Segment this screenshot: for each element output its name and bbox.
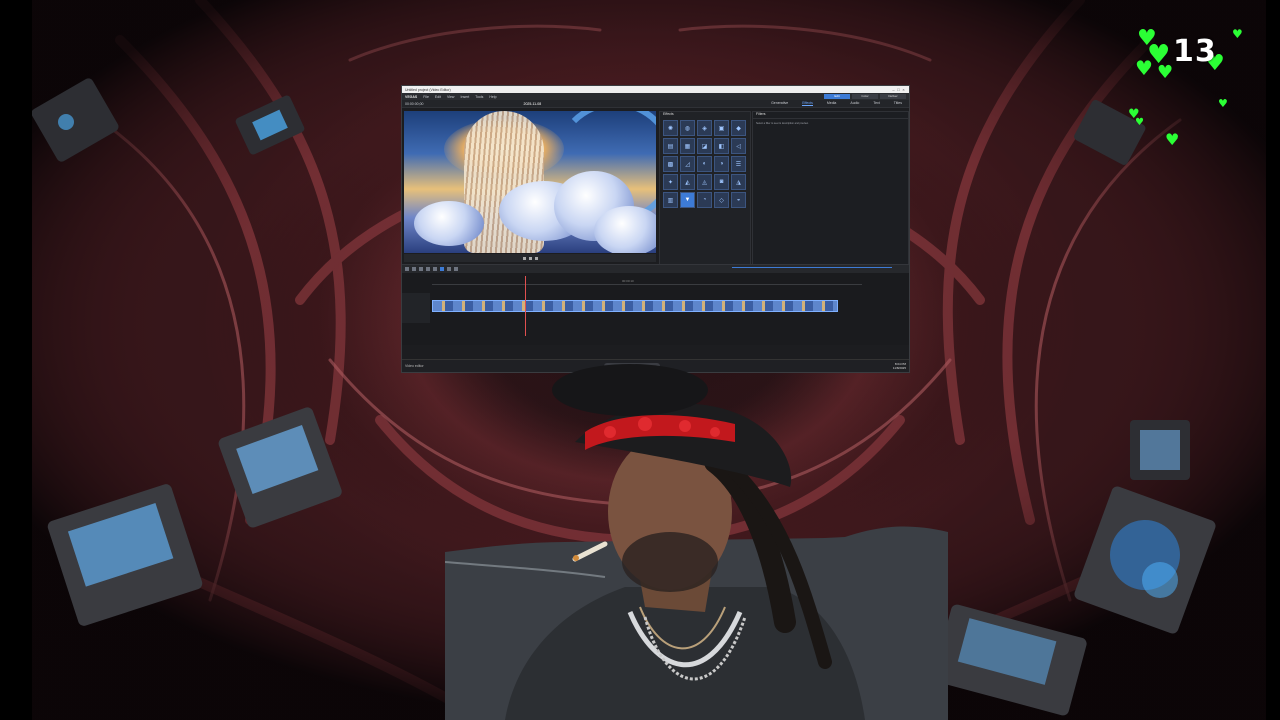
effect-tile-icon[interactable]: ◆ xyxy=(731,120,746,136)
streamer-webcam-image xyxy=(445,364,948,720)
effect-tile-icon[interactable]: ◬ xyxy=(697,174,712,190)
filter-info-header: Filters xyxy=(753,112,908,119)
taskbar-app-label[interactable]: Video editor xyxy=(402,364,424,368)
menu-item-view[interactable]: View xyxy=(447,95,455,99)
effect-tile-icon[interactable]: ◇ xyxy=(714,192,729,208)
video-editor-window-capture: Untitled project (Video Editor) – □ × VEGA… xyxy=(401,85,910,373)
editor-menubar: VEGAS File Edit View Insert Tools Help E… xyxy=(402,93,909,100)
tab-titles[interactable]: Titles xyxy=(894,101,902,106)
menu-item-tools[interactable]: Tools xyxy=(475,95,483,99)
menu-item-help[interactable]: Help xyxy=(489,95,496,99)
tab-media[interactable]: Media xyxy=(827,101,837,106)
timeline-ruler: 00:00:10 xyxy=(432,279,862,285)
close-icon[interactable]: × xyxy=(901,87,906,92)
editor-logo: VEGAS xyxy=(405,94,418,99)
effect-tile-icon[interactable]: ◒ xyxy=(731,192,746,208)
heart-icon: ♥ xyxy=(1157,62,1174,83)
effect-tile-icon[interactable]: ✺ xyxy=(663,120,678,136)
tab-effects[interactable]: Effects xyxy=(802,101,813,106)
effect-tile-icon[interactable]: ◁ xyxy=(731,138,746,154)
heart-icon: ♥ xyxy=(1232,27,1243,41)
heart-icon: ♥ xyxy=(1218,97,1228,110)
split-icon[interactable] xyxy=(426,267,430,271)
play-icon[interactable] xyxy=(528,256,532,260)
heart-icon: ♥ xyxy=(1135,117,1144,128)
video-preview-monitor[interactable] xyxy=(404,111,656,253)
preview-timecode: 00:00:00;00 xyxy=(405,101,424,106)
undo-icon[interactable] xyxy=(405,267,409,271)
redo-icon[interactable] xyxy=(412,267,416,271)
heart-icon: ♥ xyxy=(1165,130,1180,149)
tab-generative[interactable]: Generative xyxy=(771,101,788,106)
ripple-icon[interactable] xyxy=(447,267,451,271)
skip-back-icon[interactable] xyxy=(522,256,526,260)
tab-audio[interactable]: Audio xyxy=(850,101,859,106)
marker-icon[interactable] xyxy=(454,267,458,271)
timeline-area: 00:00:10 xyxy=(402,273,909,345)
hearts-counter-overlay: ♥ ♥ ♥ ♥ ♥ 13 xyxy=(1135,28,1225,88)
tab-text[interactable]: Text xyxy=(873,101,879,106)
cut-icon[interactable] xyxy=(419,267,423,271)
preview-cloud xyxy=(594,206,656,253)
effect-tile-icon[interactable]: ◙ xyxy=(714,174,729,190)
effect-tile-icon[interactable]: ◑ xyxy=(714,156,729,172)
playhead[interactable] xyxy=(525,276,526,336)
workspace-tab-deliver[interactable]: Deliver xyxy=(880,94,906,99)
skip-forward-icon[interactable] xyxy=(534,256,538,260)
effect-tile-icon[interactable]: ▩ xyxy=(663,156,678,172)
filter-info-description: Select a filter to see its description a… xyxy=(756,122,809,125)
effects-grid: ✺ ◍ ◈ ▣ ◆ ▤ ▦ ◪ ◧ ◁ ▩ ◿ ◐ ◑ ☰ ✦ ◭ ◬ ◙ ◮ ▥ ▼ ◔ ◇ ◒ xyxy=(660,118,750,210)
project-date: 2025-11-08 xyxy=(523,101,542,106)
workspace-tab-edit[interactable]: Edit xyxy=(824,94,850,99)
effect-tile-icon[interactable]: ◔ xyxy=(697,192,712,208)
effects-panel: Effects ✺ ◍ ◈ ▣ ◆ ▤ ▦ ◪ ◧ ◁ ▩ ◿ ◐ ◑ ☰ ✦ ◭ ◬ ◙ ◮ ▥ ▼ ◔ ◇ ◒ xyxy=(659,111,751,265)
effect-tile-icon[interactable]: ◐ xyxy=(697,156,712,172)
effect-tile-icon[interactable]: ◮ xyxy=(731,174,746,190)
track-header[interactable] xyxy=(402,293,430,323)
effect-tile-icon[interactable]: ☰ xyxy=(731,156,746,172)
letterbox-left xyxy=(0,0,32,720)
preview-cloud xyxy=(414,201,484,246)
editor-titlebar: Untitled project (Video Editor) – □ × xyxy=(402,86,909,93)
letterbox-right xyxy=(1266,0,1280,720)
counter-value: 13 xyxy=(1173,34,1217,69)
effect-tile-icon[interactable]: ▼ xyxy=(680,192,695,208)
preview-transport-controls xyxy=(404,254,656,262)
menu-item-file[interactable]: File xyxy=(423,95,429,99)
menu-item-insert[interactable]: Insert xyxy=(460,95,469,99)
zoom-slider[interactable] xyxy=(732,267,892,268)
effect-tile-icon[interactable]: ◧ xyxy=(714,138,729,154)
effect-tile-icon[interactable]: ▤ xyxy=(663,138,678,154)
effect-tile-icon[interactable]: ▣ xyxy=(714,120,729,136)
effect-tile-icon[interactable]: ▦ xyxy=(680,138,695,154)
effect-tile-icon[interactable]: ✦ xyxy=(663,174,678,190)
heart-icon: ♥ xyxy=(1135,56,1153,80)
editor-panel-header: 00:00:00;00 2025-11-08 Generative Effect… xyxy=(402,100,909,108)
snap-icon[interactable] xyxy=(440,267,444,271)
effect-tile-icon[interactable]: ◍ xyxy=(680,120,695,136)
timeline-toolbar xyxy=(402,264,909,273)
filter-info-panel: Filters Select a filter to see its descr… xyxy=(752,111,909,265)
effect-tile-icon[interactable]: ◪ xyxy=(697,138,712,154)
video-clip[interactable] xyxy=(432,300,838,312)
effect-tile-icon[interactable]: ▥ xyxy=(663,192,678,208)
effect-tile-icon[interactable]: ◈ xyxy=(697,120,712,136)
workspace-tab-color[interactable]: Color xyxy=(852,94,878,99)
menu-item-edit[interactable]: Edit xyxy=(435,95,441,99)
editor-window-title: Untitled project (Video Editor) xyxy=(405,87,451,92)
effect-tile-icon[interactable]: ◿ xyxy=(680,156,695,172)
trim-icon[interactable] xyxy=(433,267,437,271)
effect-tile-icon[interactable]: ◭ xyxy=(680,174,695,190)
ruler-mark: 00:00:10 xyxy=(622,279,634,283)
webcam-feed xyxy=(445,362,948,720)
